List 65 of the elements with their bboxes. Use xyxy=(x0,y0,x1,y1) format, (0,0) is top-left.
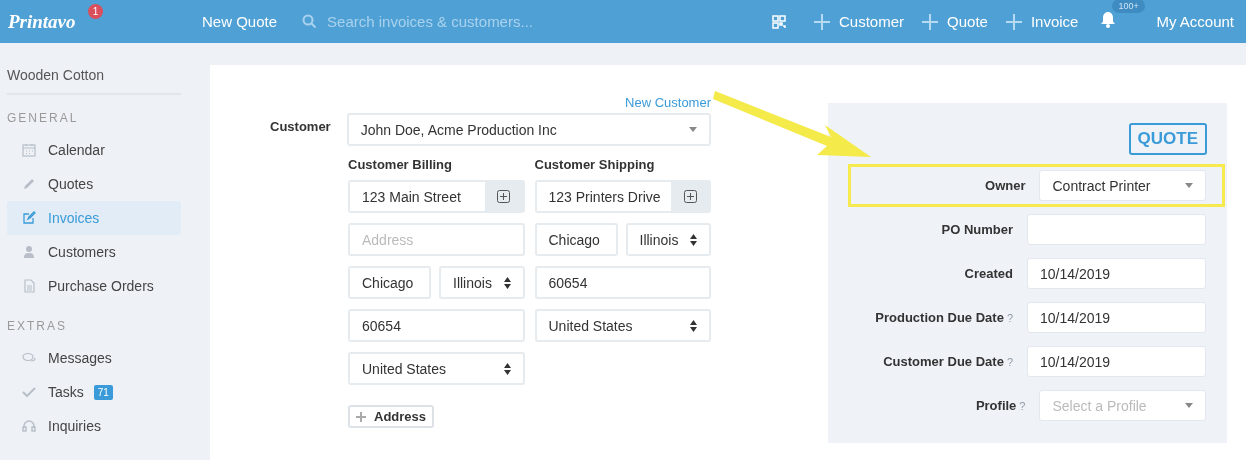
plus-icon xyxy=(922,13,939,30)
company-name: Wooden Cotton xyxy=(7,43,181,95)
sidebar-item[interactable]: Purchase Orders xyxy=(7,269,181,303)
notification-badge: 1 xyxy=(88,3,103,19)
input-field[interactable]: 10/14/2019 xyxy=(1027,346,1206,377)
caret-icon xyxy=(1185,183,1193,188)
field-label: Customer Due Date xyxy=(883,354,1004,369)
field-label: Created xyxy=(964,266,1013,281)
sidebar-item[interactable]: Calendar xyxy=(7,133,181,167)
address-heading: Customer Billing xyxy=(348,157,453,172)
calendar-icon xyxy=(22,143,36,157)
street-input-group[interactable]: 123 Printers Drive xyxy=(534,180,711,213)
input-field[interactable]: Address xyxy=(348,223,525,256)
caret-icon xyxy=(689,127,697,132)
plus-square-icon xyxy=(497,190,510,203)
street-input-group[interactable]: 123 Main Street xyxy=(348,180,525,213)
notification-count-badge: 100+ xyxy=(1112,0,1145,13)
select-field[interactable]: United States xyxy=(534,309,711,342)
section-heading: GENERAL xyxy=(7,111,80,125)
check-icon xyxy=(22,385,36,399)
field-label: Customer xyxy=(270,118,331,134)
plus-square-icon xyxy=(683,190,697,203)
sidebar-item[interactable]: Tasks 71 xyxy=(7,375,181,409)
search-icon xyxy=(302,14,318,29)
sidebar-item[interactable]: Customers xyxy=(7,235,181,269)
bell-icon[interactable] xyxy=(1100,11,1117,28)
field-label: Owner xyxy=(985,178,1026,193)
field-label: Profile xyxy=(975,398,1017,413)
person-icon xyxy=(22,245,36,259)
plus-icon xyxy=(356,411,366,422)
input-field[interactable]: 10/14/2019 xyxy=(1027,302,1206,333)
up-down-caret-icon xyxy=(503,276,511,289)
doc-icon xyxy=(22,279,36,293)
select-field[interactable]: Illinois xyxy=(439,266,525,299)
dropdown-field[interactable]: Contract Printer xyxy=(1039,170,1206,201)
input-field[interactable] xyxy=(1027,214,1206,245)
count-badge: 71 xyxy=(93,384,113,400)
sidebar-item[interactable]: Quotes xyxy=(7,167,181,201)
qr-code-icon[interactable] xyxy=(772,14,786,29)
address-heading: Customer Shipping xyxy=(534,157,656,172)
customer-dropdown[interactable]: John Doe, Acme Production Inc xyxy=(346,113,711,146)
plus-icon xyxy=(814,13,830,30)
input-field[interactable]: 10/14/2019 xyxy=(1027,258,1206,289)
search-field[interactable]: Search invoices & customers... xyxy=(327,13,558,30)
caret-icon xyxy=(1185,403,1193,408)
up-down-caret-icon xyxy=(690,319,697,332)
field-label: Production Due Date xyxy=(875,310,1004,325)
add-address-button[interactable]: Address xyxy=(348,405,435,428)
up-down-caret-icon xyxy=(503,362,511,375)
input-field[interactable]: 60654 xyxy=(348,309,525,342)
sidebar-item[interactable]: Inquiries xyxy=(7,409,181,443)
select-field[interactable]: United States xyxy=(348,352,525,385)
field-label: PO Number xyxy=(941,222,1013,237)
input-field[interactable]: 60654 xyxy=(534,266,711,299)
headset-icon xyxy=(22,419,36,433)
section-heading: EXTRAS xyxy=(7,319,68,333)
chat-icon xyxy=(22,351,36,365)
select-field[interactable]: Illinois xyxy=(625,223,711,256)
sidebar-item[interactable]: Messages xyxy=(7,341,181,375)
plus-icon xyxy=(1005,13,1022,30)
pencil-icon xyxy=(22,177,36,191)
input-field[interactable]: Chicago xyxy=(534,223,618,256)
up-down-caret-icon xyxy=(690,233,697,246)
edit-icon xyxy=(22,211,36,225)
input-field[interactable]: Chicago xyxy=(348,266,431,299)
